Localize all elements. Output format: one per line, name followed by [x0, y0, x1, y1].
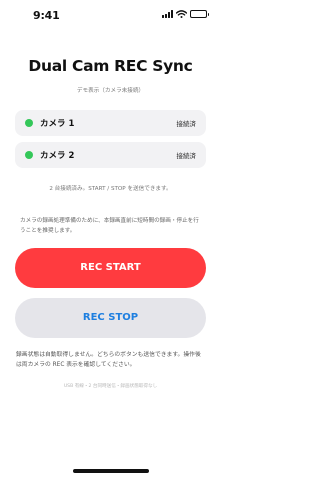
- camera-2-card: カメラ 2 接続済: [15, 142, 206, 168]
- status-dot-icon: [25, 151, 33, 159]
- camera-1-name: カメラ 1: [40, 119, 75, 129]
- connection-message: 2 台接続済み。START / STOP を送信できます。: [49, 186, 172, 192]
- advice-text: カメラの録画処理準備のために、本録画直前に短時間の録画・停止を行うことを推奨しま…: [20, 218, 199, 234]
- rec-start-button[interactable]: REC START: [15, 248, 206, 288]
- camera-2-name: カメラ 2: [40, 151, 75, 161]
- status-bar: 9:41: [0, 0, 221, 30]
- demo-mode-label: デモ表示（カメラ未接続）: [76, 88, 145, 94]
- rec-stop-button[interactable]: REC STOP: [15, 298, 206, 338]
- cellular-signal-icon: [162, 10, 173, 18]
- footer-text: USB 有線・2 台同時送信・録画状態取得なし: [63, 384, 158, 389]
- camera-2-status: 接続済: [176, 152, 197, 160]
- wifi-icon: [176, 10, 187, 18]
- camera-1-status: 接続済: [176, 120, 197, 128]
- status-icons: [162, 10, 209, 18]
- status-dot-icon: [25, 119, 33, 127]
- note-text: 録画状態は自動取得しません。どちらのボタンも送信できます。操作後は両カメラの R…: [16, 352, 201, 368]
- app-title: Dual Cam REC Sync: [28, 57, 193, 75]
- status-time: 9:41: [33, 9, 60, 22]
- home-indicator: [73, 469, 149, 473]
- battery-icon: [190, 10, 209, 18]
- camera-1-card: カメラ 1 接続済: [15, 110, 206, 136]
